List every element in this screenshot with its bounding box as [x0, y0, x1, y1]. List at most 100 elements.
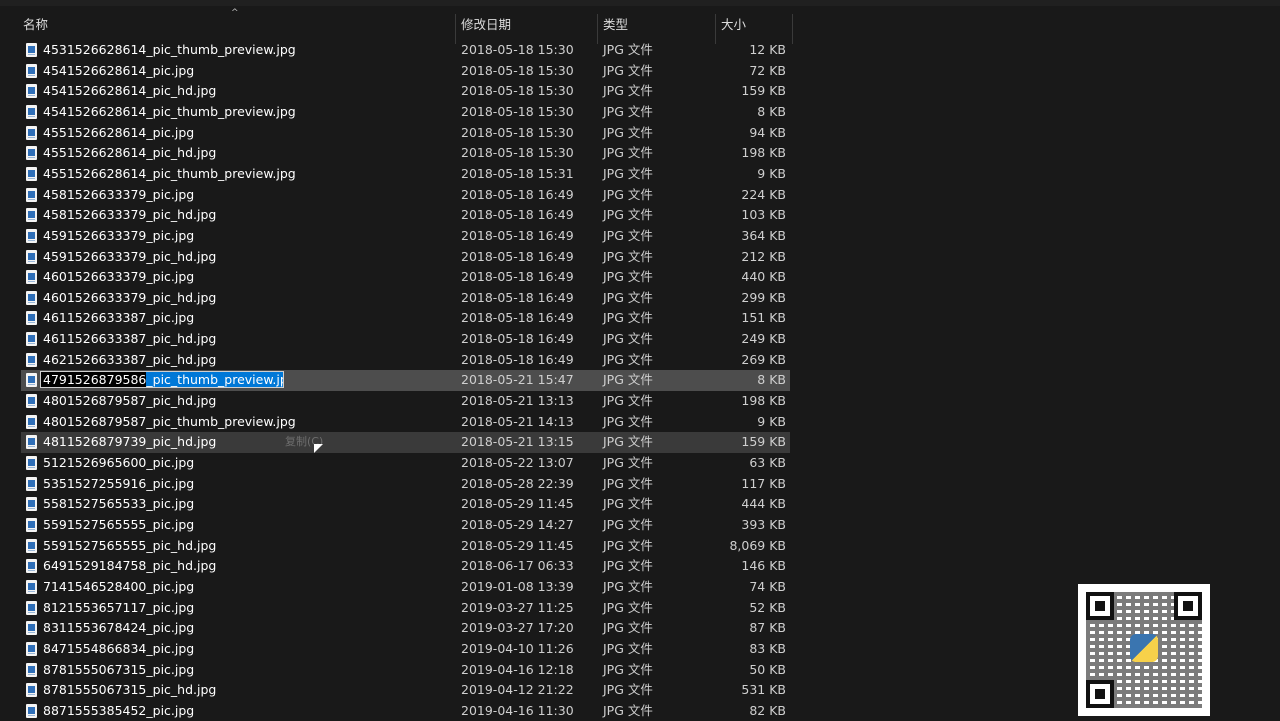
file-name[interactable]: 4801526879587_pic_thumb_preview.jpg [43, 412, 296, 433]
file-name[interactable]: 7141546528400_pic.jpg [43, 577, 194, 598]
file-type: JPG 文件 [603, 372, 653, 388]
file-row[interactable]: 4591526633379_pic_hd.jpg 2018-05-18 16:49… [21, 247, 790, 268]
jpg-file-icon [26, 373, 37, 388]
file-name[interactable]: 5581527565533_pic.jpg [43, 494, 194, 515]
file-row[interactable]: 8311553678424_pic.jpg 2019-03-27 17:20 JPG… [21, 618, 790, 639]
file-row[interactable]: 4541526628614_pic.jpg 2018-05-18 15:30 JPG… [21, 61, 790, 82]
file-name[interactable]: 4591526633379_pic.jpg [43, 226, 194, 247]
file-row[interactable]: 8781555067315_pic_hd.jpg 2019-04-12 21:22… [21, 680, 790, 701]
rename-input[interactable]: 4791526879586_pic_thumb_preview.jpg [40, 371, 284, 389]
file-row[interactable]: 5591527565555_pic_hd.jpg 2018-05-29 11:45… [21, 536, 790, 557]
jpg-file-icon [26, 84, 37, 99]
file-name[interactable]: 4551526628614_pic.jpg [43, 123, 194, 144]
file-name[interactable]: 5591527565555_pic_hd.jpg [43, 536, 216, 557]
file-size: 198 KB [741, 145, 786, 161]
file-size: 364 KB [741, 227, 786, 243]
file-row[interactable]: 7141546528400_pic.jpg 2019-01-08 13:39 JPG… [21, 577, 790, 598]
column-header-size[interactable]: 大小 [721, 6, 746, 38]
file-name[interactable]: 4801526879587_pic_hd.jpg [43, 391, 216, 412]
file-name[interactable]: 8311553678424_pic.jpg [43, 618, 194, 639]
file-type: JPG 文件 [603, 186, 653, 202]
file-size: 393 KB [741, 516, 786, 532]
file-row[interactable]: 4531526628614_pic_thumb_preview.jpg 2018-… [21, 40, 790, 61]
file-row[interactable]: 8121553657117_pic.jpg 2019-03-27 11:25 JPG… [21, 598, 790, 619]
file-name[interactable]: 4601526633379_pic.jpg [43, 267, 194, 288]
file-name[interactable]: 4601526633379_pic_hd.jpg [43, 288, 216, 309]
file-row[interactable]: 4591526633379_pic.jpg 2018-05-18 16:49 JPG… [21, 226, 790, 247]
rename-selected-text: _pic_thumb_preview.jpg [146, 372, 283, 388]
file-row[interactable]: 4611526633387_pic_hd.jpg 2018-05-18 16:49… [21, 329, 790, 350]
file-date: 2018-05-18 16:49 [461, 331, 574, 347]
file-date: 2018-05-21 15:47 [461, 372, 574, 388]
column-header-date[interactable]: 修改日期 [461, 6, 511, 38]
file-size: 146 KB [741, 558, 786, 574]
file-row[interactable]: 8781555067315_pic.jpg 2019-04-16 12:18 JPG… [21, 660, 790, 681]
jpg-file-icon [26, 497, 37, 512]
file-name[interactable]: 4811526879739_pic_hd.jpg [43, 432, 216, 453]
sort-ascending-icon: ^ [231, 8, 239, 18]
file-row[interactable]: 4601526633379_pic_hd.jpg 2018-05-18 16:49… [21, 288, 790, 309]
file-date: 2018-05-18 16:49 [461, 310, 574, 326]
file-date: 2019-04-16 12:18 [461, 661, 574, 677]
file-row[interactable]: 4791526879586_pic_thumb_preview.jpg 2018-… [21, 370, 790, 391]
jpg-file-icon [26, 228, 37, 243]
file-row[interactable]: 4811526879739_pic_hd.jpg 复制(C) 2018-05-21 … [21, 432, 790, 453]
file-name[interactable]: 8781555067315_pic_hd.jpg [43, 680, 216, 701]
jpg-file-icon [26, 621, 37, 636]
file-name[interactable]: 8871555385452_pic.jpg [43, 701, 194, 721]
file-row[interactable]: 4541526628614_pic_thumb_preview.jpg 2018-… [21, 102, 790, 123]
column-divider[interactable] [792, 14, 793, 44]
file-size: 9 KB [757, 165, 786, 181]
file-size: 72 KB [749, 62, 786, 78]
file-row[interactable]: 4601526633379_pic.jpg 2018-05-18 16:49 JPG… [21, 267, 790, 288]
file-row[interactable]: 4801526879587_pic_thumb_preview.jpg 2018-… [21, 412, 790, 433]
file-name[interactable]: 4581526633379_pic_hd.jpg [43, 205, 216, 226]
file-name[interactable]: 8121553657117_pic.jpg [43, 598, 194, 619]
file-row[interactable]: 4541526628614_pic_hd.jpg 2018-05-18 15:30… [21, 81, 790, 102]
file-name[interactable]: 4611526633387_pic.jpg [43, 308, 194, 329]
file-row[interactable]: 4801526879587_pic_hd.jpg 2018-05-21 13:13… [21, 391, 790, 412]
file-name[interactable]: 4541526628614_pic_thumb_preview.jpg [43, 102, 296, 123]
file-row[interactable]: 6491529184758_pic_hd.jpg 2018-06-17 06:33… [21, 556, 790, 577]
file-name[interactable]: 5121526965600_pic.jpg [43, 453, 194, 474]
file-date: 2019-04-16 11:30 [461, 702, 574, 718]
file-row[interactable]: 5121526965600_pic.jpg 2018-05-22 13:07 JPG… [21, 453, 790, 474]
file-row[interactable]: 4551526628614_pic.jpg 2018-05-18 15:30 JPG… [21, 123, 790, 144]
file-name[interactable]: 4621526633387_pic_hd.jpg [43, 350, 216, 371]
file-type: JPG 文件 [603, 640, 653, 656]
file-row[interactable]: 4611526633387_pic.jpg 2018-05-18 16:49 JPG… [21, 308, 790, 329]
file-row[interactable]: 4581526633379_pic_hd.jpg 2018-05-18 16:49… [21, 205, 790, 226]
file-name[interactable]: 4551526628614_pic_thumb_preview.jpg [43, 164, 296, 185]
file-date: 2018-05-18 15:31 [461, 165, 574, 181]
file-row[interactable]: 4621526633387_pic_hd.jpg 2018-05-18 16:49… [21, 350, 790, 371]
file-name[interactable]: 5591527565555_pic.jpg [43, 515, 194, 536]
file-name[interactable]: 8471554866834_pic.jpg [43, 639, 194, 660]
file-name[interactable]: 6491529184758_pic_hd.jpg [43, 556, 216, 577]
file-row[interactable]: 4551526628614_pic_thumb_preview.jpg 2018-… [21, 164, 790, 185]
file-name[interactable]: 4591526633379_pic_hd.jpg [43, 247, 216, 268]
file-name[interactable]: 8781555067315_pic.jpg [43, 660, 194, 681]
file-name[interactable]: 5351527255916_pic.jpg [43, 474, 194, 495]
file-row[interactable]: 8871555385452_pic.jpg 2019-04-16 11:30 JPG… [21, 701, 790, 721]
file-row[interactable]: 4581526633379_pic.jpg 2018-05-18 16:49 JPG… [21, 185, 790, 206]
column-header-name[interactable]: 名称 [23, 6, 48, 38]
jpg-file-icon [26, 125, 37, 140]
file-name[interactable]: 4541526628614_pic_hd.jpg [43, 81, 216, 102]
jpg-file-icon [26, 414, 37, 429]
file-row[interactable]: 5351527255916_pic.jpg 2018-05-28 22:39 JPG… [21, 474, 790, 495]
file-size: 50 KB [749, 661, 786, 677]
file-size: 299 KB [741, 289, 786, 305]
file-row[interactable]: 4551526628614_pic_hd.jpg 2018-05-18 15:30… [21, 143, 790, 164]
file-name[interactable]: 4531526628614_pic_thumb_preview.jpg [43, 40, 296, 61]
column-header-type[interactable]: 类型 [603, 6, 628, 38]
file-row[interactable]: 5591527565555_pic.jpg 2018-05-29 14:27 JPG… [21, 515, 790, 536]
file-name[interactable]: 4611526633387_pic_hd.jpg [43, 329, 216, 350]
file-name[interactable]: 4581526633379_pic.jpg [43, 185, 194, 206]
file-row[interactable]: 8471554866834_pic.jpg 2019-04-10 11:26 JPG… [21, 639, 790, 660]
file-date: 2018-05-21 14:13 [461, 413, 574, 429]
file-name[interactable]: 4551526628614_pic_hd.jpg [43, 143, 216, 164]
file-name[interactable]: 4541526628614_pic.jpg [43, 61, 194, 82]
jpg-file-icon [26, 332, 37, 347]
file-row[interactable]: 5581527565533_pic.jpg 2018-05-29 11:45 JPG… [21, 494, 790, 515]
file-size: 82 KB [749, 702, 786, 718]
